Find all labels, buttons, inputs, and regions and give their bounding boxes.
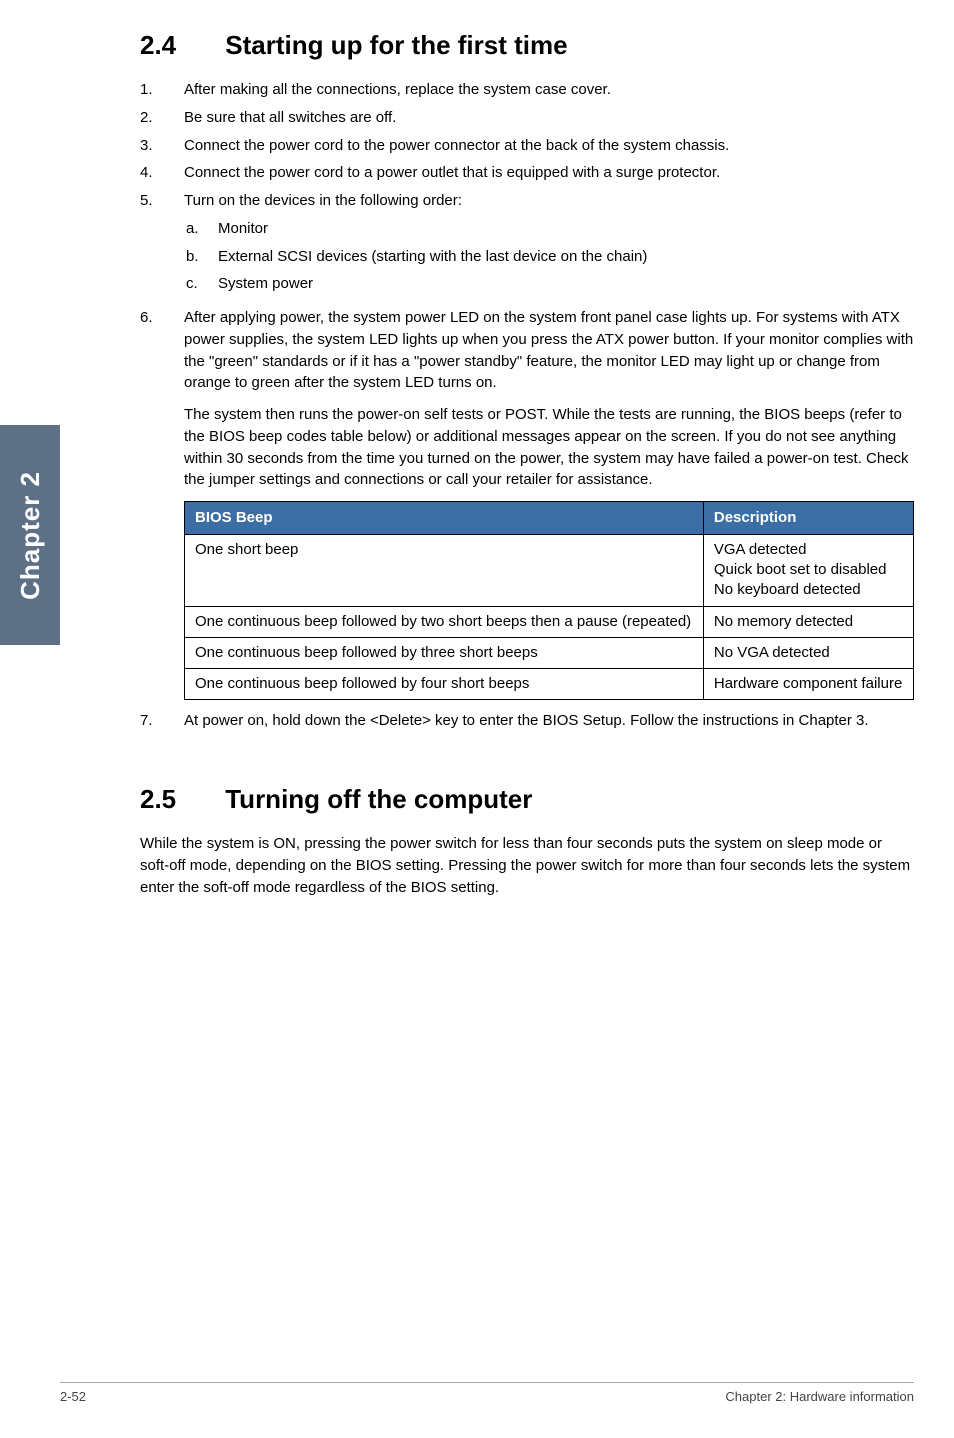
step-6-para2: The system then runs the power-on self t…	[184, 404, 914, 491]
step-number: 3.	[140, 135, 184, 157]
step-number: 2.	[140, 107, 184, 129]
substep-letter: c.	[184, 273, 218, 295]
table-row: One short beep VGA detected Quick boot s…	[185, 534, 914, 606]
table-row: One continuous beep followed by two shor…	[185, 606, 914, 637]
step-number: 6.	[140, 307, 184, 700]
cell-beep: One continuous beep followed by three sh…	[185, 637, 704, 668]
section-2-5-number: 2.5	[140, 784, 218, 815]
cell-desc: VGA detected Quick boot set to disabled …	[703, 534, 913, 606]
step-6-para1: After applying power, the system power L…	[184, 309, 913, 391]
list-item: 7. At power on, hold down the <Delete> k…	[140, 710, 914, 732]
section-2-5-title: Turning off the computer	[225, 784, 532, 814]
step-text: Turn on the devices in the following ord…	[184, 190, 914, 301]
chapter-side-tab-label: Chapter 2	[15, 471, 46, 600]
section-2-5-body: While the system is ON, pressing the pow…	[140, 833, 914, 898]
table-header-beep: BIOS Beep	[185, 502, 704, 535]
step-text: After making all the connections, replac…	[184, 79, 914, 101]
substep-letter: a.	[184, 218, 218, 240]
step-number: 1.	[140, 79, 184, 101]
list-item: 6. After applying power, the system powe…	[140, 307, 914, 700]
cell-desc: No memory detected	[703, 606, 913, 637]
bios-beep-table: BIOS Beep Description One short beep VGA…	[184, 501, 914, 700]
substep-text: System power	[218, 273, 914, 295]
footer-page-number: 2-52	[60, 1389, 86, 1404]
step-text: Connect the power cord to the power conn…	[184, 135, 914, 157]
cell-beep: One short beep	[185, 534, 704, 606]
step-number: 4.	[140, 162, 184, 184]
substeps-list: a. Monitor b. External SCSI devices (sta…	[184, 218, 914, 295]
step-text: At power on, hold down the <Delete> key …	[184, 710, 914, 732]
list-item: c. System power	[184, 273, 914, 295]
cell-desc: Hardware component failure	[703, 669, 913, 700]
step-text: Be sure that all switches are off.	[184, 107, 914, 129]
table-header-desc: Description	[703, 502, 913, 535]
section-2-4-heading: 2.4 Starting up for the first time	[140, 30, 914, 61]
list-item: a. Monitor	[184, 218, 914, 240]
substep-text: Monitor	[218, 218, 914, 240]
section-2-5-heading: 2.5 Turning off the computer	[140, 784, 914, 815]
step-text: Connect the power cord to a power outlet…	[184, 162, 914, 184]
list-item: 2. Be sure that all switches are off.	[140, 107, 914, 129]
step-text: After applying power, the system power L…	[184, 307, 914, 700]
cell-desc: No VGA detected	[703, 637, 913, 668]
chapter-side-tab: Chapter 2	[0, 425, 60, 645]
substep-letter: b.	[184, 246, 218, 268]
page-footer: 2-52 Chapter 2: Hardware information	[60, 1382, 914, 1404]
list-item: 3. Connect the power cord to the power c…	[140, 135, 914, 157]
substep-text: External SCSI devices (starting with the…	[218, 246, 914, 268]
list-item: 5. Turn on the devices in the following …	[140, 190, 914, 301]
list-item: 1. After making all the connections, rep…	[140, 79, 914, 101]
step-number: 5.	[140, 190, 184, 301]
steps-list: 1. After making all the connections, rep…	[140, 79, 914, 732]
list-item: 4. Connect the power cord to a power out…	[140, 162, 914, 184]
cell-beep: One continuous beep followed by four sho…	[185, 669, 704, 700]
table-row: One continuous beep followed by three sh…	[185, 637, 914, 668]
section-2-4-number: 2.4	[140, 30, 218, 61]
table-row: One continuous beep followed by four sho…	[185, 669, 914, 700]
step-5-text: Turn on the devices in the following ord…	[184, 192, 462, 209]
footer-chapter-label: Chapter 2: Hardware information	[725, 1389, 914, 1404]
section-2-4-title: Starting up for the first time	[225, 30, 567, 60]
cell-beep: One continuous beep followed by two shor…	[185, 606, 704, 637]
list-item: b. External SCSI devices (starting with …	[184, 246, 914, 268]
step-number: 7.	[140, 710, 184, 732]
